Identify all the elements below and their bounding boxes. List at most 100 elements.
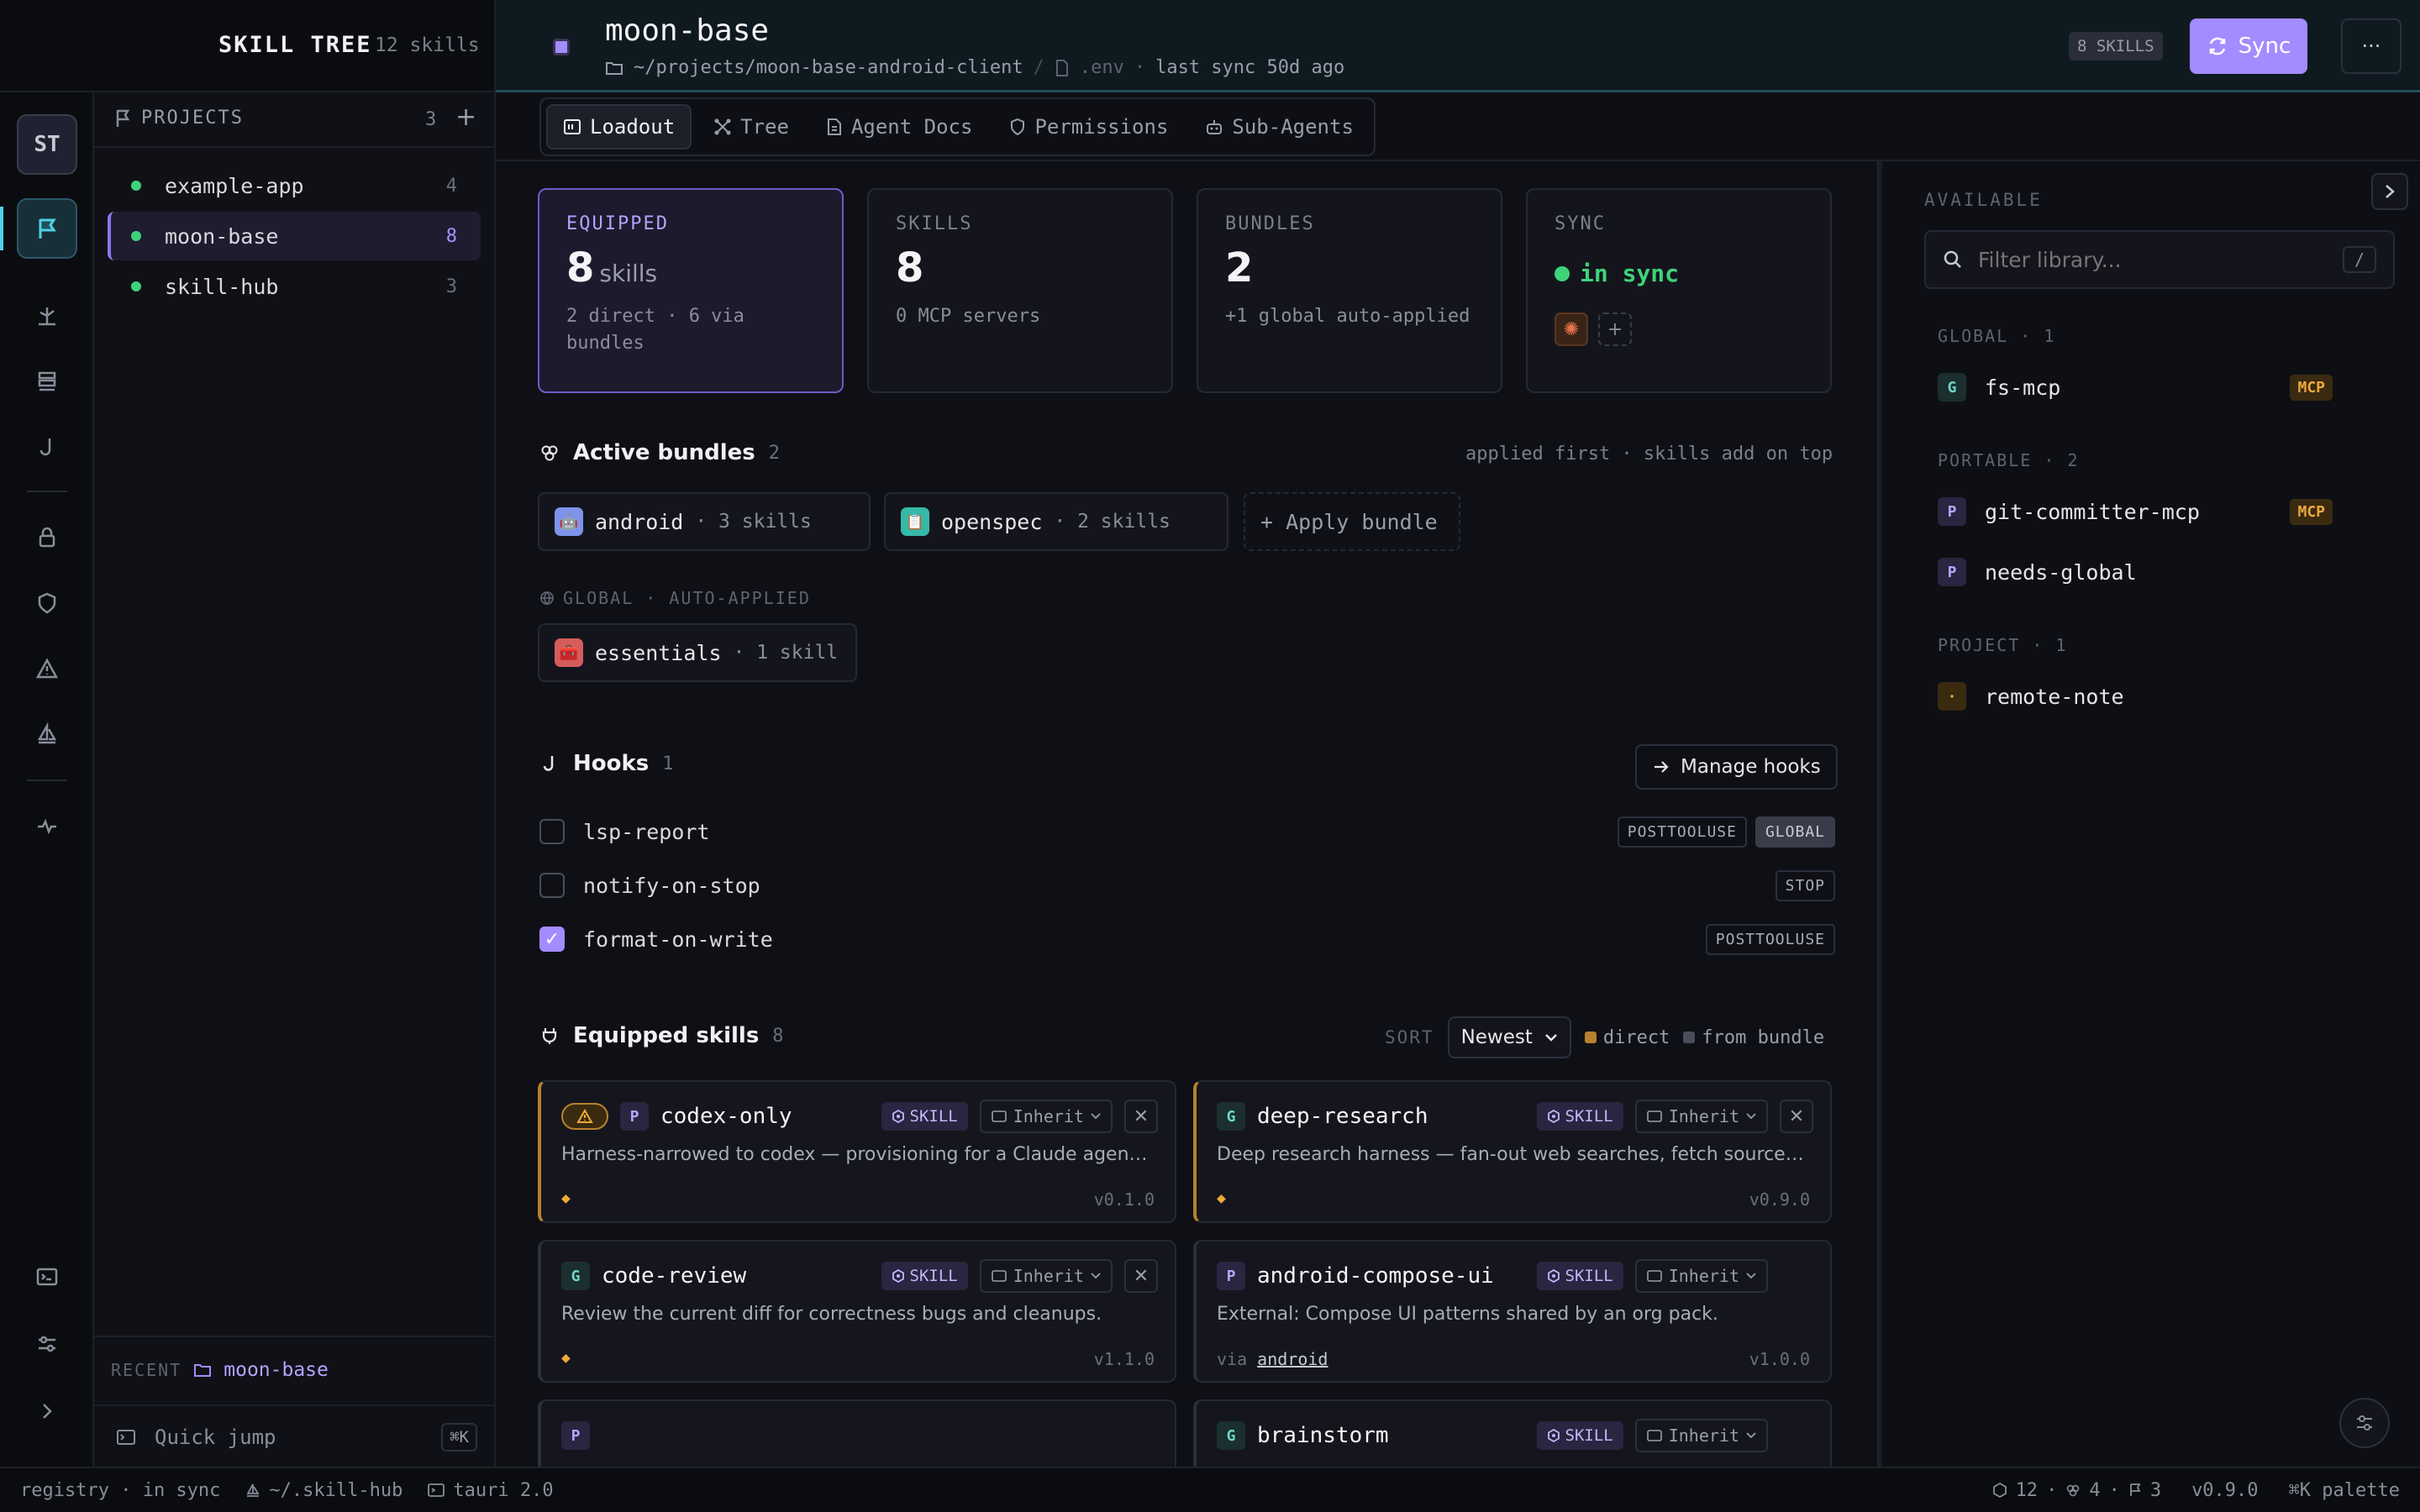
flag-icon xyxy=(116,109,130,127)
shield-icon[interactable] xyxy=(17,573,77,633)
inherit-select[interactable]: Inherit xyxy=(1634,1419,1768,1452)
expand-chevron-icon[interactable] xyxy=(17,1381,77,1441)
library-filter-input[interactable] xyxy=(1978,247,2328,272)
inherit-select[interactable]: Inherit xyxy=(979,1259,1113,1293)
library-section-global: GLOBAL · 1 xyxy=(1938,326,2056,346)
env-file[interactable]: .env xyxy=(1080,57,1124,78)
warning-icon[interactable] xyxy=(17,638,77,699)
home-path[interactable]: ~/.skill-hub xyxy=(245,1480,402,1501)
equipped-section-title: Equipped skills 8 xyxy=(539,1023,784,1048)
library-settings-button[interactable] xyxy=(2339,1398,2390,1448)
library-item-needs-global[interactable]: P needs-global xyxy=(1938,551,2333,593)
tab-tree[interactable]: Tree xyxy=(698,104,804,150)
sync-status: in sync xyxy=(1555,260,1803,287)
bundles-card[interactable]: BUNDLES 2 +1 global auto-applied xyxy=(1197,188,1502,393)
activity-icon[interactable] xyxy=(17,796,77,857)
command-palette-hint[interactable]: ⌘K palette xyxy=(2289,1480,2400,1501)
library-item-fs-mcp[interactable]: G fs-mcp MCP xyxy=(1938,366,2333,408)
tree-icon[interactable] xyxy=(17,286,77,346)
hook-icon[interactable] xyxy=(17,417,77,477)
stack-icon[interactable] xyxy=(17,351,77,412)
inherit-select[interactable]: Inherit xyxy=(1634,1100,1768,1133)
library-panel: AVAILABLE / GLOBAL · 1 G fs-mcp MCP PORT… xyxy=(1882,161,2420,1467)
remove-skill-button[interactable]: ✕ xyxy=(1124,1100,1158,1133)
add-agent-button[interactable]: + xyxy=(1598,312,1632,346)
hook-checkbox-checked[interactable]: ✓ xyxy=(539,927,565,952)
library-section-portable: PORTABLE · 2 xyxy=(1938,450,2080,470)
project-name: moon-base xyxy=(165,223,279,249)
project-item-example-app[interactable]: example-app 4 xyxy=(108,161,481,210)
quick-jump-shortcut: ⌘K xyxy=(441,1423,477,1452)
project-item-moon-base[interactable]: moon-base 8 xyxy=(108,212,481,260)
skill-card-partial[interactable]: P xyxy=(538,1399,1176,1467)
skill-description: Deep research harness — fan-out web sear… xyxy=(1217,1144,1810,1165)
inherit-select[interactable]: Inherit xyxy=(979,1100,1113,1133)
sync-button[interactable]: Sync xyxy=(2190,18,2307,74)
inherit-select[interactable]: Inherit xyxy=(1634,1259,1768,1293)
hook-row[interactable]: ✓ format-on-write POSTTOOLUSE xyxy=(539,918,1835,960)
warning-icon[interactable] xyxy=(561,1103,608,1130)
sliders-icon[interactable] xyxy=(17,1314,77,1374)
bundle-chip-essentials[interactable]: 🧰 essentials · 1 skill xyxy=(538,623,857,682)
tab-sub-agents[interactable]: Sub-Agents xyxy=(1190,104,1369,150)
skill-card-deep-research[interactable]: G deep-research SKILL Inherit ✕ Deep res… xyxy=(1193,1080,1832,1223)
tab-permissions[interactable]: Permissions xyxy=(994,104,1183,150)
recent-project-link[interactable]: moon-base xyxy=(224,1359,329,1381)
plug-icon xyxy=(542,1028,557,1044)
hook-checkbox[interactable] xyxy=(539,819,565,844)
sync-card[interactable]: SYNC in sync ✺ + xyxy=(1526,188,1832,393)
chevron-right-icon xyxy=(2386,185,2395,198)
stat-sub: 2 direct · 6 via bundles xyxy=(566,306,744,354)
remove-skill-button[interactable]: ✕ xyxy=(1780,1100,1813,1133)
tab-label: Tree xyxy=(740,115,789,139)
tab-loadout[interactable]: Loadout xyxy=(546,104,692,150)
via-bundle-link[interactable]: android xyxy=(1257,1349,1328,1369)
hook-row[interactable]: lsp-report POSTTOOLUSE GLOBAL xyxy=(539,811,1835,853)
sort-select[interactable]: Newest xyxy=(1447,1016,1571,1058)
stat-value: 2 xyxy=(1225,244,1254,291)
library-filter[interactable]: / xyxy=(1924,230,2395,289)
claude-agent-icon[interactable]: ✺ xyxy=(1555,312,1588,346)
hook-row[interactable]: notify-on-stop STOP xyxy=(539,864,1835,906)
status-dot xyxy=(131,231,141,241)
hexagon-icon xyxy=(892,1110,904,1123)
skill-card-brainstorm[interactable]: G brainstorm SKILL Inherit xyxy=(1193,1399,1832,1467)
remove-skill-button[interactable]: ✕ xyxy=(1124,1259,1158,1293)
tab-agent-docs[interactable]: Agent Docs xyxy=(811,104,988,150)
add-project-button[interactable]: + xyxy=(455,102,476,132)
project-item-skill-hub[interactable]: skill-hub 3 xyxy=(108,262,481,311)
terminal-icon[interactable] xyxy=(17,1247,77,1307)
more-menu-button[interactable]: ··· xyxy=(2341,18,2402,74)
folder-icon xyxy=(606,61,623,75)
skill-name: code-review xyxy=(602,1263,747,1289)
library-item-git-committer-mcp[interactable]: P git-committer-mcp MCP xyxy=(1938,491,2333,533)
bundles-note: applied first · skills add on top xyxy=(1465,444,1833,465)
bundle-chip-openspec[interactable]: 📋 openspec · 2 skills xyxy=(884,492,1228,551)
last-sync: last sync 50d ago xyxy=(1155,57,1345,78)
lock-icon[interactable] xyxy=(17,507,77,568)
equipped-card[interactable]: EQUIPPED 8 skills 2 direct · 6 via bundle… xyxy=(538,188,844,393)
sailboat-icon[interactable] xyxy=(17,704,77,764)
library-item-remote-note[interactable]: · remote-note xyxy=(1938,675,2333,717)
avatar[interactable]: ST xyxy=(17,114,77,175)
hook-checkbox[interactable] xyxy=(539,873,565,898)
manage-hooks-button[interactable]: Manage hooks xyxy=(1635,744,1838,790)
hook-icon xyxy=(543,756,554,771)
skill-version: v1.0.0 xyxy=(1749,1349,1810,1369)
skill-card-codex-only[interactable]: P codex-only SKILL Inherit ✕ Harness-nar… xyxy=(538,1080,1176,1223)
quick-jump[interactable]: Quick jump ⌘K xyxy=(116,1423,477,1452)
collapse-library-button[interactable] xyxy=(2371,173,2408,210)
projects-header: PROJECTS xyxy=(114,108,244,129)
skill-card-android-compose-ui[interactable]: P android-compose-ui SKILL Inherit Exter… xyxy=(1193,1240,1832,1383)
icon-rail: ST xyxy=(0,92,94,1467)
projects-flag-icon[interactable] xyxy=(17,198,77,259)
status-dot xyxy=(131,181,141,191)
projects-title: PROJECTS xyxy=(141,108,244,129)
skills-card[interactable]: SKILLS 8 0 MCP servers xyxy=(867,188,1173,393)
bundle-chip-android[interactable]: 🤖 android · 3 skills xyxy=(538,492,871,551)
skill-card-code-review[interactable]: G code-review SKILL Inherit ✕ Review the… xyxy=(538,1240,1176,1383)
source-badge: G xyxy=(1217,1421,1245,1450)
apply-bundle-button[interactable]: + Apply bundle xyxy=(1244,492,1460,551)
project-path[interactable]: ~/projects/moon-base-android-client xyxy=(634,57,1023,78)
path-separator: / xyxy=(1033,57,1044,78)
